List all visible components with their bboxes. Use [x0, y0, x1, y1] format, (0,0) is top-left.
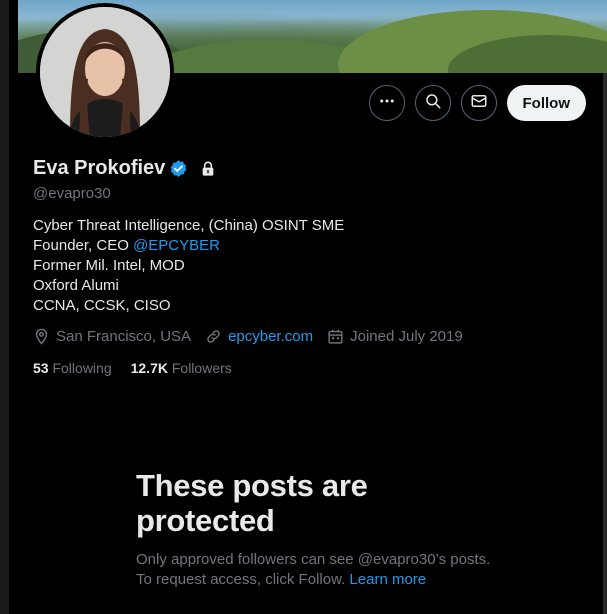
- search-icon: [424, 92, 442, 115]
- profile-meta: San Francisco, USA epcyber.com Joined Ju…: [33, 328, 463, 345]
- website: epcyber.com: [205, 328, 313, 345]
- follow-stats: 53 Following 12.7K Followers: [33, 360, 232, 376]
- message-button[interactable]: [460, 85, 497, 121]
- bio-line: Founder, CEO @EPCYBER: [33, 236, 344, 256]
- more-button[interactable]: [368, 85, 405, 121]
- bio-line: Cyber Threat Intelligence, (China) OSINT…: [33, 217, 345, 234]
- followers-label: Followers: [171, 360, 232, 376]
- profile-bio: Cyber Threat Intelligence, (China) OSINT…: [33, 216, 344, 316]
- profile-handle: @evapro30: [33, 185, 111, 202]
- followers-link[interactable]: 12.7K Followers: [131, 360, 232, 376]
- follow-button[interactable]: Follow: [506, 85, 586, 121]
- protected-notice: These posts are protected Only approved …: [136, 468, 496, 590]
- profile-actions: Follow: [368, 85, 586, 121]
- profile-page: Follow Eva Prokofiev @evapro30 Cyber Thr…: [0, 0, 607, 614]
- joined-text: Joined July 2019: [350, 328, 463, 345]
- bio-line: CCNA, CCSK, CISO: [33, 297, 171, 314]
- learn-more-link[interactable]: Learn more: [349, 571, 426, 588]
- more-icon: [378, 92, 396, 115]
- display-name: Eva Prokofiev: [33, 157, 166, 179]
- search-button[interactable]: [414, 85, 451, 121]
- followers-count: 12.7K: [130, 360, 168, 376]
- calendar-icon: [327, 328, 344, 345]
- following-link[interactable]: 53 Following: [33, 360, 112, 376]
- bio-line: Former Mil. Intel, MOD: [33, 257, 185, 274]
- protected-body: Only approved followers can see @evapro3…: [136, 550, 496, 590]
- joined-date: Joined July 2019: [327, 328, 463, 345]
- location-text: San Francisco, USA: [56, 328, 192, 345]
- protected-title: These posts are protected: [136, 468, 368, 538]
- avatar-photo: [40, 7, 170, 137]
- mention-link[interactable]: @EPCYBER: [133, 237, 220, 254]
- lock-icon: [192, 161, 216, 177]
- following-label: Following: [52, 360, 112, 376]
- name-row: Eva Prokofiev: [33, 157, 216, 180]
- envelope-icon: [470, 92, 488, 115]
- location-pin-icon: [33, 328, 50, 345]
- following-count: 53: [33, 360, 49, 376]
- website-link[interactable]: epcyber.com: [228, 328, 313, 345]
- bio-text: Founder, CEO: [33, 237, 134, 254]
- protected-body-text: Only approved followers can see @evapro3…: [136, 551, 491, 588]
- link-icon: [205, 328, 222, 345]
- bio-line: Oxford Alumi: [33, 277, 119, 294]
- location: San Francisco, USA: [33, 328, 191, 345]
- verified-badge-icon[interactable]: [169, 159, 188, 178]
- avatar[interactable]: [36, 3, 174, 141]
